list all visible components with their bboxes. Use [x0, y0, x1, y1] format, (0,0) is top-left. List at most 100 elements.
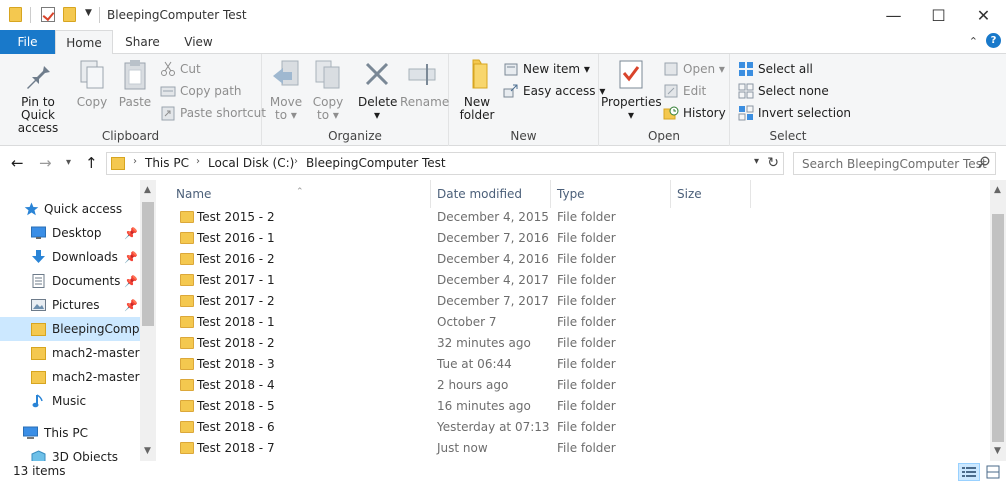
close-button[interactable]: ✕	[961, 0, 1006, 30]
scroll-up-icon[interactable]: ▲	[994, 185, 1001, 195]
nav-bleepingcomputer-test[interactable]: BleepingCompu	[0, 317, 140, 341]
ribbon-collapse-icon[interactable]: ⌃	[969, 35, 978, 48]
nav-this-pc[interactable]: This PC	[0, 421, 140, 445]
table-row[interactable]: Test 2016 - 1 December 7, 2016 File folder	[156, 228, 990, 249]
table-row[interactable]: Test 2018 - 2 32 minutes ago File folder	[156, 333, 990, 354]
maximize-button[interactable]: ☐	[916, 0, 961, 30]
table-row[interactable]: Test 2016 - 2 December 4, 2016 File folder	[156, 249, 990, 270]
folder-icon	[111, 157, 125, 170]
select-none-button[interactable]: Select none	[736, 81, 829, 101]
column-header-type[interactable]: Type	[551, 180, 671, 208]
rename-button[interactable]: Rename	[400, 58, 449, 109]
up-arrow-icon[interactable]: ↑	[85, 154, 98, 172]
pictures-icon	[31, 299, 46, 311]
column-header-date-modified[interactable]: Date modified	[431, 180, 551, 208]
organize-group: Move to ▾ Copy to ▾ Delete ▾ Rename Orga…	[262, 54, 449, 146]
column-header-label: Size	[677, 187, 702, 201]
table-row[interactable]: Test 2017 - 1 December 4, 2017 File folder	[156, 270, 990, 291]
paste-button[interactable]: Paste	[116, 58, 154, 109]
table-row[interactable]: Test 2017 - 2 December 7, 2017 File folder	[156, 291, 990, 312]
new-group-label: New	[510, 129, 537, 143]
breadcrumb-separator-icon[interactable]: ›	[196, 156, 200, 167]
nav-scrollbar-thumb[interactable]	[142, 202, 154, 326]
forward-arrow-icon[interactable]: →	[39, 154, 52, 172]
table-row[interactable]: Test 2018 - 7 Just now File folder	[156, 438, 990, 459]
move-to-button[interactable]: Move to ▾	[268, 58, 304, 122]
nav-desktop[interactable]: Desktop 📌	[0, 221, 140, 245]
new-folder-button[interactable]: New folder	[455, 58, 499, 122]
column-header-size[interactable]: Size	[671, 180, 751, 208]
history-button[interactable]: History	[661, 103, 726, 123]
pin-icon[interactable]: 📌	[124, 294, 138, 317]
nav-mach2-master[interactable]: mach2-master	[0, 341, 140, 365]
open-button[interactable]: Open ▾	[661, 59, 725, 79]
nav-quick-access[interactable]: Quick access	[0, 197, 140, 221]
pin-to-quick-access-button[interactable]: Pin to Quick access	[4, 58, 72, 135]
help-icon[interactable]: ?	[986, 33, 1001, 48]
easy-access-button[interactable]: Easy access ▾	[501, 81, 605, 101]
minimize-button[interactable]: —	[871, 0, 916, 30]
cut-button[interactable]: Cut	[158, 59, 201, 79]
table-row[interactable]: Test 2015 - 2 December 4, 2015 File folder	[156, 207, 990, 228]
new-item-button[interactable]: New item ▾	[501, 59, 590, 79]
invert-selection-button[interactable]: Invert selection	[736, 103, 851, 123]
nav-mach2-master[interactable]: mach2-master	[0, 365, 140, 389]
refresh-icon[interactable]: ↻	[767, 155, 779, 171]
breadcrumb-separator-icon[interactable]: ›	[294, 156, 298, 167]
file-list: ⌃ Name Date modified Type Size Test 2015…	[156, 180, 990, 461]
nav-documents[interactable]: Documents 📌	[0, 269, 140, 293]
nav-pictures[interactable]: Pictures 📌	[0, 293, 140, 317]
copy-to-button[interactable]: Copy to ▾	[310, 58, 346, 122]
large-icons-view-icon	[986, 465, 1000, 479]
paste-shortcut-button[interactable]: Paste shortcut	[158, 103, 266, 123]
breadcrumb-this-pc[interactable]: This PC	[145, 156, 189, 170]
properties-dropdown-icon[interactable]: ▾	[601, 109, 661, 122]
recent-locations-chevron-icon[interactable]: ▾	[66, 157, 71, 168]
new-item-label: New item	[523, 62, 581, 76]
edit-button[interactable]: Edit	[661, 81, 706, 101]
file-list-scrollbar[interactable]: ▲ ▼	[990, 180, 1006, 461]
table-row[interactable]: Test 2018 - 5 16 minutes ago File folder	[156, 396, 990, 417]
pin-icon[interactable]: 📌	[124, 246, 138, 269]
table-row[interactable]: Test 2018 - 4 2 hours ago File folder	[156, 375, 990, 396]
file-list-scrollbar-thumb[interactable]	[992, 214, 1004, 442]
copy-button[interactable]: Copy	[74, 58, 110, 109]
table-row[interactable]: Test 2018 - 1 October 7 File folder	[156, 312, 990, 333]
nav-scrollbar[interactable]: ▲ ▼	[140, 180, 156, 461]
tab-view[interactable]: View	[176, 30, 221, 54]
details-view-button[interactable]	[958, 463, 980, 481]
pin-icon[interactable]: 📌	[124, 222, 138, 245]
table-row[interactable]: Test 2018 - 3 Tue at 06:44 File folder	[156, 354, 990, 375]
breadcrumb-current-folder[interactable]: BleepingComputer Test	[306, 156, 446, 170]
scroll-up-icon[interactable]: ▲	[144, 185, 151, 195]
address-bar[interactable]: › This PC › Local Disk (C:) › BleepingCo…	[106, 152, 784, 175]
folder-icon	[180, 316, 194, 328]
new-folder-quick-icon[interactable]	[63, 7, 76, 22]
customize-quick-access-toolbar-icon[interactable]: ▼	[85, 8, 92, 18]
nav-downloads[interactable]: Downloads 📌	[0, 245, 140, 269]
tab-share[interactable]: Share	[120, 30, 165, 54]
properties-button[interactable]: Properties ▾	[601, 58, 662, 122]
nav-3d-objects[interactable]: 3D Objects	[0, 445, 140, 461]
breadcrumb-separator-icon[interactable]: ›	[133, 156, 137, 167]
address-dropdown-icon[interactable]: ▾	[754, 156, 759, 167]
select-all-button[interactable]: Select all	[736, 59, 813, 79]
nav-music[interactable]: Music	[0, 389, 140, 413]
scroll-down-icon[interactable]: ▼	[144, 446, 151, 456]
table-row[interactable]: Test 2018 - 6 Yesterday at 07:13 File fold…	[156, 417, 990, 438]
tab-file[interactable]: File	[0, 30, 55, 54]
back-arrow-icon[interactable]: ←	[11, 154, 24, 172]
delete-button[interactable]: Delete ▾	[358, 58, 397, 122]
large-icons-view-button[interactable]	[982, 463, 1004, 481]
breadcrumb-local-disk[interactable]: Local Disk (C:)	[208, 156, 294, 170]
tab-home[interactable]: Home	[55, 30, 113, 55]
pin-icon[interactable]: 📌	[124, 270, 138, 293]
delete-dropdown-icon[interactable]: ▾	[358, 109, 396, 122]
column-header-name[interactable]: ⌃ Name	[156, 180, 431, 208]
file-date: December 4, 2016	[437, 252, 549, 266]
search-box[interactable]: Search BleepingComputer Test	[793, 152, 996, 175]
scroll-down-icon[interactable]: ▼	[994, 446, 1001, 456]
copy-path-button[interactable]: Copy path	[158, 81, 242, 101]
nav-label: mach2-master	[52, 370, 140, 384]
properties-quick-icon[interactable]	[41, 7, 55, 22]
